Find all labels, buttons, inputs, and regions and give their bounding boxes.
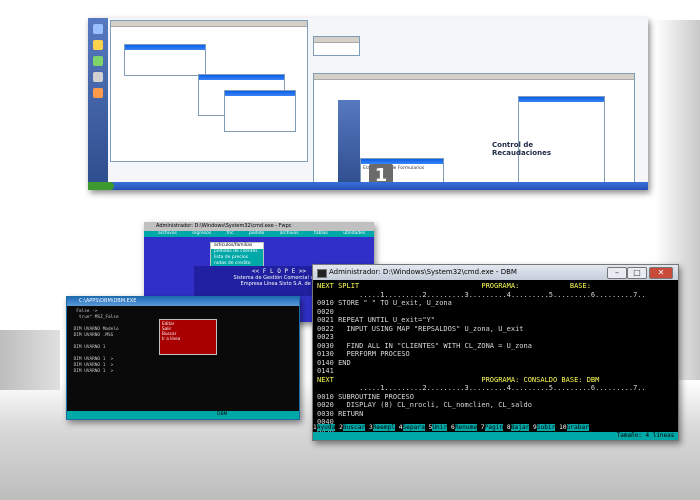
editor-header-line[interactable]: NEXT PROGRAMA: CONSALDO BASE: DBM bbox=[317, 376, 678, 385]
code-line[interactable]: .....1.........2.........3.........4....… bbox=[317, 384, 678, 393]
editor-text[interactable]: NEXT SPLIT PROGRAMA: BASE: .....1.......… bbox=[313, 280, 678, 440]
code-line[interactable]: 0130 PERFORM PROCESO bbox=[317, 350, 678, 359]
menu-item[interactable]: pedido bbox=[249, 231, 264, 237]
detail-window[interactable] bbox=[224, 90, 296, 132]
app-icon[interactable] bbox=[93, 88, 103, 98]
maximize-button[interactable]: □ bbox=[627, 267, 647, 279]
function-key[interactable]: 10Grabar bbox=[559, 424, 589, 431]
code-line[interactable]: 0010 SUBROUTINE PROCESO bbox=[317, 393, 678, 402]
menu-item[interactable]: fnc bbox=[227, 231, 234, 237]
code-line[interactable]: 0020 bbox=[317, 308, 678, 317]
code-line[interactable]: 0030 FIND ALL IN "CLIENTES" WITH CL_ZONA… bbox=[317, 342, 678, 351]
window-title: Administrador: D:\Windows\System32\cmd.e… bbox=[144, 222, 374, 231]
menu-item[interactable]: utilidades bbox=[343, 231, 365, 237]
function-key[interactable]: 6Renume bbox=[451, 424, 478, 431]
form-window[interactable] bbox=[124, 44, 206, 76]
function-key[interactable]: 9Subir bbox=[533, 424, 556, 431]
cmd-icon bbox=[317, 269, 327, 278]
code-line[interactable]: 0021 REPEAT UNTIL U_exit="Y" bbox=[317, 316, 678, 325]
app-side-panel bbox=[338, 100, 360, 184]
window-title: Administrador: D:\Windows\System32\cmd.e… bbox=[329, 268, 517, 276]
status-bar: DBM bbox=[67, 411, 299, 419]
code-line[interactable]: 0020 DISPLAY (8) CL_nrocli, CL_nomclien,… bbox=[317, 401, 678, 410]
menu-bar: archivos ingresos fnc pedido archivos ta… bbox=[144, 231, 374, 237]
window-title: C:\APPS\DBM\DBM.EXE bbox=[67, 297, 299, 306]
console-window: C:\APPS\DBM\DBM.EXE False -> true^ MSZ_F… bbox=[66, 296, 300, 420]
function-key-bar: 1Ayuda 2Buscar 3Reempl 4Separa 5Unir 6Re… bbox=[313, 423, 678, 432]
minimize-button[interactable]: – bbox=[607, 267, 627, 279]
small-dialog[interactable] bbox=[313, 36, 360, 56]
page-shadow-left bbox=[0, 330, 60, 390]
code-line[interactable]: 0022 INPUT USING MAP "REPSALDOS" U_zona,… bbox=[317, 325, 678, 334]
function-key[interactable]: 2Buscar bbox=[339, 424, 366, 431]
menu-item[interactable]: archivos bbox=[158, 231, 177, 237]
close-button[interactable]: ✕ bbox=[649, 267, 673, 279]
dbm-window: Administrador: D:\Windows\System32\cmd.e… bbox=[312, 264, 679, 441]
function-key[interactable]: 3Reempl bbox=[369, 424, 396, 431]
status-bar: Tamaño: 4 lineas bbox=[313, 432, 678, 440]
menu-item[interactable]: tablas bbox=[314, 231, 328, 237]
menu-item[interactable]: archivos bbox=[280, 231, 299, 237]
function-key[interactable]: 7Pagin bbox=[481, 424, 504, 431]
title-bar: Administrador: D:\Windows\System32\cmd.e… bbox=[313, 265, 678, 280]
function-key[interactable]: 4Separa bbox=[399, 424, 425, 431]
taskbar bbox=[88, 182, 648, 190]
folder-icon[interactable] bbox=[93, 40, 103, 50]
popup-menu: Editar Salir Buscar Ir a línea bbox=[159, 319, 217, 355]
editor-header-line[interactable]: NEXT SPLIT PROGRAMA: BASE: bbox=[317, 282, 678, 291]
code-line[interactable]: 0030 RETURN bbox=[317, 410, 678, 419]
code-line[interactable]: 0023 bbox=[317, 333, 678, 342]
app-icon[interactable] bbox=[93, 24, 103, 34]
app-title: Control de Recaudaciones bbox=[492, 141, 551, 157]
app-icon[interactable] bbox=[93, 72, 103, 82]
code-line[interactable]: 0140 END bbox=[317, 359, 678, 368]
code-line[interactable]: 0141 bbox=[317, 367, 678, 376]
desktop-screenshot: Elaboración de Formularios 1 Control de … bbox=[88, 18, 648, 190]
desktop-icon-column bbox=[88, 18, 108, 182]
code-line[interactable]: .....1.........2.........3.........4....… bbox=[317, 291, 678, 300]
function-key[interactable]: 8Bajar bbox=[507, 424, 530, 431]
function-key[interactable]: 1Ayuda bbox=[313, 424, 336, 431]
app-icon[interactable] bbox=[93, 56, 103, 66]
function-key[interactable]: 5Unir bbox=[429, 424, 448, 431]
menu-item[interactable]: ingresos bbox=[192, 231, 211, 237]
start-button[interactable] bbox=[88, 182, 114, 190]
code-line[interactable]: 0010 STORE " " TO U_exit, U_zona bbox=[317, 299, 678, 308]
popup-item[interactable]: Ir a línea bbox=[162, 336, 214, 341]
